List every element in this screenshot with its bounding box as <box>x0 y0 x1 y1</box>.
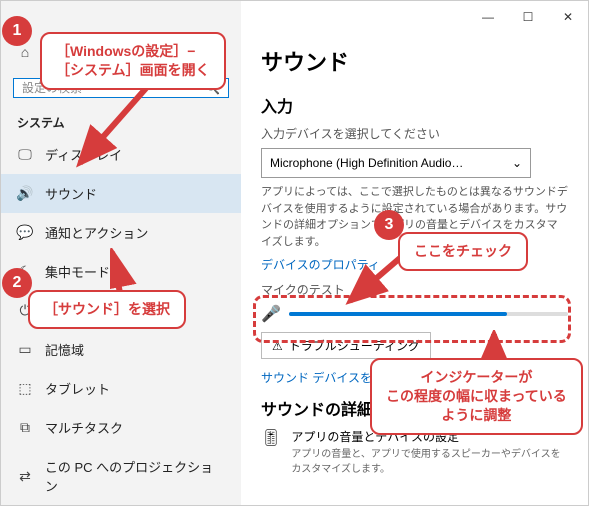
mixer-icon: 🎚 <box>261 428 281 448</box>
titlebar: — ☐ ✕ <box>468 1 588 33</box>
annotation-callout-1: ［Windowsの設定］− ［システム］画面を開く <box>40 32 226 90</box>
sidebar-item-7[interactable]: ⧉ マルチタスク <box>1 408 241 447</box>
annotation-dashed-box <box>253 295 571 343</box>
page-title: サウンド <box>261 45 568 77</box>
nav-label: タブレット <box>45 379 110 398</box>
home-icon: ⌂ <box>17 44 33 60</box>
annotation-callout-3: ここをチェック <box>398 232 528 271</box>
nav-icon: 💬 <box>17 224 33 241</box>
nav-label: サウンド <box>45 184 97 203</box>
maximize-button[interactable]: ☐ <box>508 1 548 33</box>
sidebar-item-2[interactable]: 💬 通知とアクション <box>1 213 241 252</box>
sidebar-item-3[interactable]: ☾集中モード <box>1 252 241 291</box>
nav-label: この PC へのプロジェクション <box>45 457 225 495</box>
annotation-badge-3: 3 <box>374 210 404 240</box>
annotation-callout-2: ［サウンド］を選択 <box>28 290 186 329</box>
chevron-down-icon: ⌄ <box>512 156 522 170</box>
annotation-badge-2: 2 <box>2 268 32 298</box>
nav-icon: ⬚ <box>17 380 33 397</box>
annotation-callout-4: インジケーターが この程度の幅に収まっている ように調整 <box>370 358 583 435</box>
input-section-header: 入力 <box>261 93 568 117</box>
sidebar-header: システム <box>1 108 241 135</box>
annotation-badge-1: 1 <box>2 16 32 46</box>
nav-icon: 🖵 <box>17 146 33 163</box>
app-volume-sub: アプリの音量と、アプリで使用するスピーカーやデバイスをカスタマイズします。 <box>291 445 568 475</box>
sidebar-item-5[interactable]: ▭ 記憶域 <box>1 330 241 369</box>
nav-label: 記憶域 <box>45 340 84 359</box>
input-device-select[interactable]: Microphone (High Definition Audio… ⌄ <box>261 148 531 178</box>
select-value: Microphone (High Definition Audio… <box>270 156 463 170</box>
nav-label: 集中モード <box>45 262 110 281</box>
nav-label: ディスプレイ <box>45 145 122 164</box>
choose-device-label: 入力デバイスを選択してください <box>261 125 568 142</box>
sidebar-item-1[interactable]: 🔊 サウンド <box>1 174 241 213</box>
nav-icon: ⇄ <box>17 468 33 485</box>
nav-icon: ⧉ <box>17 419 33 436</box>
sidebar-item-0[interactable]: 🖵 ディスプレイ <box>1 135 241 174</box>
app-volume-row[interactable]: 🎚 アプリの音量とデバイスの設定 アプリの音量と、アプリで使用するスピーカーやデ… <box>261 428 568 475</box>
nav-label: 通知とアクション <box>45 223 148 242</box>
sidebar-item-6[interactable]: ⬚ タブレット <box>1 369 241 408</box>
nav-icon: ▭ <box>17 341 33 358</box>
nav-icon: 🔊 <box>17 185 33 202</box>
nav-label: マルチタスク <box>45 418 123 437</box>
sidebar-item-8[interactable]: ⇄ この PC へのプロジェクション <box>1 447 241 505</box>
close-button[interactable]: ✕ <box>548 1 588 33</box>
minimize-button[interactable]: — <box>468 1 508 33</box>
